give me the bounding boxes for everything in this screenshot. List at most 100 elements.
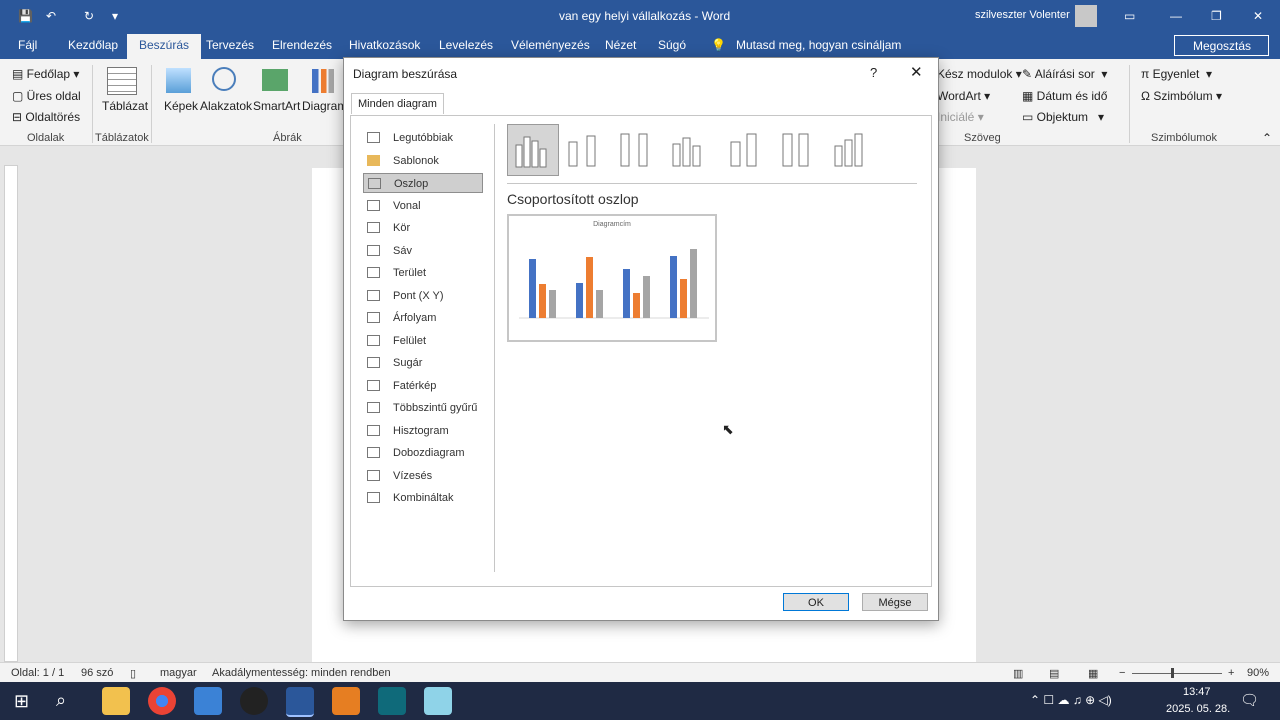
category-item[interactable]: Oszlop	[363, 173, 483, 193]
subtype-100-stacked-column[interactable]	[613, 124, 663, 174]
tab-help[interactable]: Súgó	[658, 38, 686, 52]
restore-icon[interactable]: ❐	[1211, 9, 1222, 23]
shapes-button[interactable]: Alakzatok	[200, 99, 252, 113]
close-icon[interactable]: ✕	[910, 63, 923, 81]
category-item[interactable]: Hisztogram	[363, 421, 483, 441]
category-item[interactable]: Terület	[363, 263, 483, 283]
save-icon[interactable]: 💾	[18, 9, 33, 23]
category-label: Vonal	[393, 199, 421, 212]
category-icon	[367, 334, 380, 346]
wordart-button[interactable]: WordArt ▾	[937, 89, 990, 103]
signature-line-button[interactable]: ✎ Aláírási sor ▾	[1022, 67, 1107, 81]
proofing-icon[interactable]: ▯	[130, 667, 136, 680]
category-item[interactable]: Árfolyam	[363, 308, 483, 328]
images-button[interactable]: Képek	[164, 99, 198, 113]
undo-icon[interactable]: ↶	[46, 9, 56, 23]
tab-design[interactable]: Tervezés	[206, 38, 254, 52]
date-time-button[interactable]: ▦ Dátum és idő	[1022, 89, 1107, 103]
quick-parts-button[interactable]: Kész modulok ▾	[937, 67, 1022, 81]
tab-references[interactable]: Hivatkozások	[349, 38, 420, 52]
tab-insert[interactable]: Beszúrás	[127, 34, 202, 59]
category-item[interactable]: Kombináltak	[363, 488, 483, 508]
clock-date[interactable]: 2025. 05. 28.	[1166, 703, 1230, 715]
file-explorer-icon[interactable]	[102, 687, 130, 715]
close-icon[interactable]: ✕	[1253, 9, 1263, 23]
chart-button[interactable]: Diagram	[302, 99, 347, 113]
chrome-icon[interactable]	[148, 687, 176, 715]
category-item[interactable]: Felület	[363, 331, 483, 351]
cancel-button[interactable]: Mégse	[862, 593, 928, 611]
category-item[interactable]: Vonal	[363, 196, 483, 216]
zoom-slider[interactable]	[1132, 673, 1222, 674]
category-item[interactable]: Pont (X Y)	[363, 286, 483, 306]
category-item[interactable]: Fatérkép	[363, 376, 483, 396]
subtype-3d-stacked-column[interactable]	[721, 124, 771, 174]
zoom-slider-thumb[interactable]	[1171, 668, 1174, 678]
video-app-icon[interactable]	[332, 687, 360, 715]
cover-page-button[interactable]: ▤ Fedőlap ▾	[12, 67, 79, 81]
equation-button[interactable]: π Egyenlet ▾	[1141, 67, 1212, 81]
category-item[interactable]: Sáv	[363, 241, 483, 261]
zoom-in-icon[interactable]: +	[1228, 667, 1234, 679]
store-icon[interactable]	[194, 687, 222, 715]
subtype-clustered-column[interactable]	[507, 124, 559, 176]
zoom-out-icon[interactable]: −	[1119, 667, 1125, 679]
notifications-icon[interactable]: 🗨	[1240, 691, 1259, 709]
category-item[interactable]: Többszintű gyűrű	[363, 398, 483, 418]
object-button[interactable]: ▭ Objektum ▾	[1022, 110, 1104, 124]
web-layout-icon[interactable]: ▦	[1088, 667, 1098, 680]
avatar[interactable]	[1075, 5, 1097, 27]
tray-icons[interactable]: ⌃ ☐ ☁ ♫ ⊕ ◁)	[1030, 693, 1112, 707]
category-item[interactable]: Vízesés	[363, 466, 483, 486]
clock-time[interactable]: 13:47	[1183, 686, 1211, 698]
search-icon[interactable]: ⌕	[56, 690, 66, 711]
minimize-icon[interactable]: —	[1170, 9, 1182, 23]
accessibility-status[interactable]: Akadálymentesség: minden rendben	[212, 667, 391, 679]
subtype-3d-clustered-column[interactable]	[667, 124, 717, 174]
tell-me-search[interactable]: Mutasd meg, hogyan csináljam	[736, 38, 901, 52]
language[interactable]: magyar	[160, 667, 197, 679]
tab-review[interactable]: Véleményezés	[511, 38, 590, 52]
tab-layout[interactable]: Elrendezés	[272, 38, 332, 52]
page-count[interactable]: Oldal: 1 / 1	[11, 667, 64, 679]
table-button[interactable]: Táblázat	[102, 99, 148, 113]
category-item[interactable]: Dobozdiagram	[363, 443, 483, 463]
subtype-stacked-column[interactable]	[561, 124, 611, 174]
subtype-3d-column[interactable]	[827, 124, 877, 174]
zoom-level[interactable]: 90%	[1247, 667, 1269, 679]
blank-page-button[interactable]: ▢ Üres oldal	[12, 89, 81, 103]
print-layout-icon[interactable]: ▤	[1049, 667, 1059, 680]
category-item[interactable]: Sablonok	[363, 151, 483, 171]
tab-mailings[interactable]: Levelezés	[439, 38, 493, 52]
redo-icon[interactable]: ↻	[84, 9, 94, 23]
notepad-icon[interactable]	[424, 687, 452, 715]
tab-file[interactable]: Fájl	[18, 38, 37, 52]
app-icon[interactable]	[378, 687, 406, 715]
ribbon-display-icon[interactable]: ▭	[1124, 9, 1135, 23]
obs-icon[interactable]	[240, 687, 268, 715]
user-name[interactable]: szilveszter Volenter	[975, 9, 1070, 21]
collapse-ribbon-icon[interactable]: ⌃	[1262, 131, 1272, 145]
tab-all-charts[interactable]: Minden diagram	[351, 93, 444, 114]
share-button[interactable]: Megosztás	[1174, 35, 1269, 56]
percent-stacked-column-icon	[620, 133, 648, 167]
ok-button[interactable]: OK	[783, 593, 849, 611]
smartart-button[interactable]: SmartArt	[253, 99, 300, 113]
tab-home[interactable]: Kezdőlap	[68, 38, 118, 52]
symbol-button[interactable]: Ω Szimbólum ▾	[1141, 89, 1222, 103]
customize-qat-icon[interactable]: ▾	[112, 9, 118, 23]
category-item[interactable]: Kör	[363, 218, 483, 238]
word-icon[interactable]	[286, 687, 314, 717]
drop-cap-button[interactable]: Iniciálé ▾	[937, 110, 984, 124]
chart-preview[interactable]: Diagramcím	[507, 214, 717, 342]
start-icon[interactable]: ⊞	[14, 691, 29, 712]
category-item[interactable]: Sugár	[363, 353, 483, 373]
help-button[interactable]: ?	[870, 65, 877, 80]
subtype-3d-100-stacked-column[interactable]	[773, 124, 823, 174]
stacked-column-icon	[568, 135, 596, 167]
category-item[interactable]: Legutóbbiak	[363, 128, 483, 148]
word-count[interactable]: 96 szó	[81, 667, 113, 679]
page-break-button[interactable]: ⊟ Oldaltörés	[12, 110, 80, 124]
tab-view[interactable]: Nézet	[605, 38, 636, 52]
read-mode-icon[interactable]: ▥	[1013, 667, 1023, 680]
